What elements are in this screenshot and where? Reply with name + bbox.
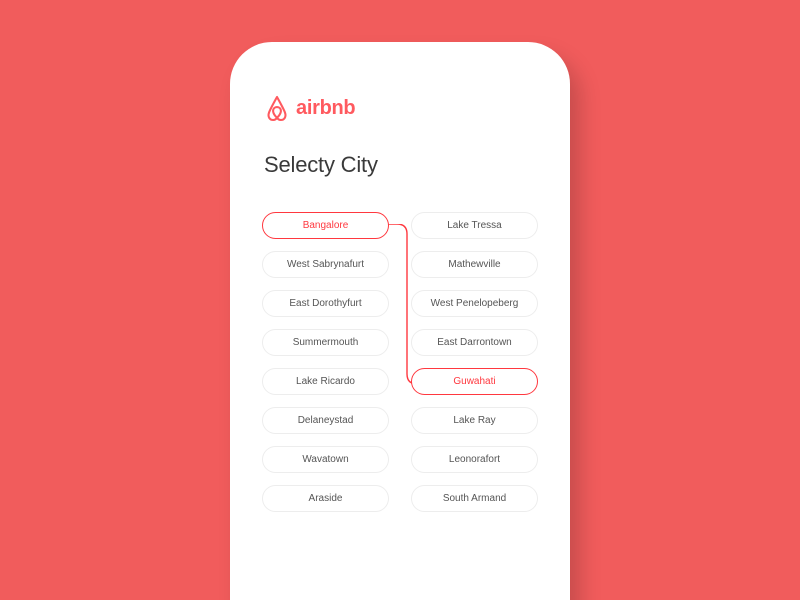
page-title: Selecty City xyxy=(264,152,540,178)
city-pill-lake-tressa[interactable]: Lake Tressa xyxy=(411,212,538,239)
city-pill-lake-ray[interactable]: Lake Ray xyxy=(411,407,538,434)
airbnb-logo-icon xyxy=(264,94,290,122)
city-pill-summermouth[interactable]: Summermouth xyxy=(262,329,389,356)
city-pill-bangalore[interactable]: Bangalore xyxy=(262,212,389,239)
city-pill-south-armand[interactable]: South Armand xyxy=(411,485,538,512)
brand-name: airbnb xyxy=(296,97,355,120)
city-pill-delaneystad[interactable]: Delaneystad xyxy=(262,407,389,434)
logo-row: airbnb xyxy=(264,94,540,122)
city-pill-wavatown[interactable]: Wavatown xyxy=(262,446,389,473)
city-pill-west-sabrynafurt[interactable]: West Sabrynafurt xyxy=(262,251,389,278)
city-pill-araside[interactable]: Araside xyxy=(262,485,389,512)
city-grid: Bangalore Lake Tressa West Sabrynafurt M… xyxy=(260,212,540,512)
city-pill-guwahati[interactable]: Guwahati xyxy=(411,368,538,395)
city-pill-leonorafort[interactable]: Leonorafort xyxy=(411,446,538,473)
phone-frame: airbnb Selecty City Bangalore Lake Tress… xyxy=(230,42,570,600)
city-pill-west-penelopeberg[interactable]: West Penelopeberg xyxy=(411,290,538,317)
city-pill-lake-ricardo[interactable]: Lake Ricardo xyxy=(262,368,389,395)
city-pill-east-darrontown[interactable]: East Darrontown xyxy=(411,329,538,356)
city-pill-east-dorothyfurt[interactable]: East Dorothyfurt xyxy=(262,290,389,317)
city-pill-mathewville[interactable]: Mathewville xyxy=(411,251,538,278)
